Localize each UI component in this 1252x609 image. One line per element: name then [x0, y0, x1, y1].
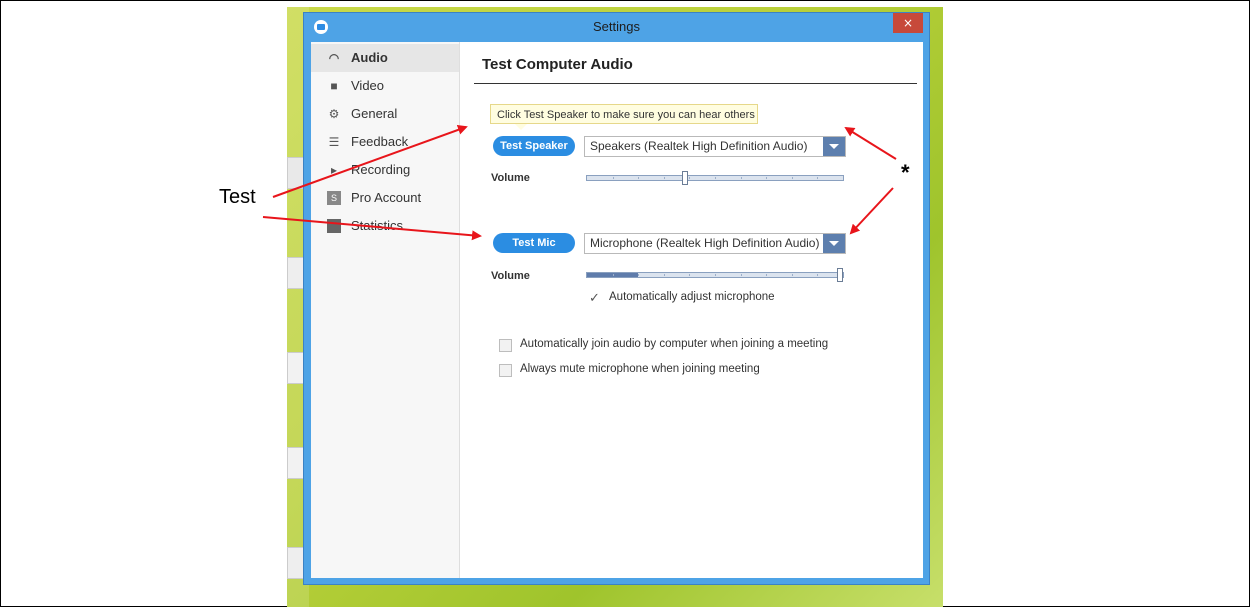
speaker-select[interactable]: Speakers (Realtek High Definition Audio): [584, 136, 846, 157]
speaker-volume-thumb[interactable]: [682, 171, 688, 185]
sidebar-item-audio[interactable]: ◠ Audio: [311, 44, 459, 72]
slider-tick: [792, 274, 793, 276]
mic-volume-label: Volume: [491, 270, 530, 282]
slider-tick: [715, 274, 716, 276]
sidebar-item-general[interactable]: ⚙ General: [311, 100, 459, 128]
sidebar-item-label: Video: [351, 78, 385, 93]
mic-volume-slider[interactable]: [586, 268, 844, 282]
auto-join-audio-label: Automatically join audio by computer whe…: [520, 338, 829, 350]
slider-tick: [664, 177, 665, 179]
sidebar-item-label: Pro Account: [351, 190, 422, 205]
play-box-icon: ▸: [330, 163, 338, 177]
slider-tick: [613, 177, 614, 179]
speech-bubble-icon: ☰: [328, 135, 340, 149]
sidebar-item-label: Audio: [351, 50, 388, 65]
annotation-test-label: Test: [219, 186, 256, 208]
speaker-volume-slider[interactable]: [586, 171, 844, 185]
settings-client-area: ◠ Audio ■ Video ⚙ General ☰ Feedback ▸ R…: [311, 42, 923, 578]
audio-settings-panel: Test Computer Audio Click Test Speaker t…: [460, 42, 923, 578]
always-mute-label: Always mute microphone when joining meet…: [520, 363, 760, 375]
sidebar-item-statistics[interactable]: ▪ Statistics: [311, 212, 459, 240]
slider-tick: [817, 177, 818, 179]
page-title: Test Computer Audio: [482, 56, 633, 73]
slider-tick: [817, 274, 818, 276]
title-bar: Settings ×: [304, 13, 929, 41]
settings-window: Settings × ◠ Audio ■ Video ⚙ General ☰ F…: [303, 12, 930, 585]
chevron-down-icon[interactable]: [823, 234, 845, 253]
auto-adjust-mic-label: Automatically adjust microphone: [609, 291, 775, 303]
slider-tick: [638, 177, 639, 179]
microphone-select[interactable]: Microphone (Realtek High Definition Audi…: [584, 233, 846, 254]
title-divider: [474, 83, 917, 84]
slider-tick: [741, 177, 742, 179]
slider-tick: [613, 274, 614, 276]
annotation-star-label: *: [901, 160, 910, 185]
close-button[interactable]: ×: [893, 13, 923, 33]
slider-tick: [792, 177, 793, 179]
slider-tick: [766, 274, 767, 276]
sidebar-item-recording[interactable]: ▸ Recording: [311, 156, 459, 184]
settings-sidebar: ◠ Audio ■ Video ⚙ General ☰ Feedback ▸ R…: [311, 42, 460, 578]
slider-tick: [689, 177, 690, 179]
sidebar-item-pro-account[interactable]: S Pro Account: [311, 184, 459, 212]
auto-join-audio-checkbox[interactable]: [499, 339, 512, 352]
sidebar-item-label: General: [351, 106, 398, 121]
auto-adjust-mic-checkbox[interactable]: ✓: [588, 291, 601, 305]
video-camera-icon: ■: [330, 79, 338, 93]
test-speaker-button[interactable]: Test Speaker: [493, 136, 575, 156]
pro-account-icon: S: [327, 191, 341, 205]
statistics-icon: ▪: [327, 219, 341, 233]
sidebar-item-label: Statistics: [351, 218, 404, 233]
sidebar-item-feedback[interactable]: ☰ Feedback: [311, 128, 459, 156]
mic-volume-thumb[interactable]: [837, 268, 843, 282]
gears-icon: ⚙: [328, 107, 340, 121]
slider-tick: [766, 177, 767, 179]
sidebar-item-label: Recording: [351, 162, 411, 177]
slider-tick: [638, 274, 639, 276]
slider-tick: [664, 274, 665, 276]
slider-tick: [741, 274, 742, 276]
speaker-volume-label: Volume: [491, 172, 530, 184]
sidebar-item-label: Feedback: [351, 134, 409, 149]
chevron-down-icon[interactable]: [823, 137, 845, 156]
always-mute-checkbox[interactable]: [499, 364, 512, 377]
headphones-icon: ◠: [328, 51, 340, 65]
slider-tick: [715, 177, 716, 179]
test-mic-button[interactable]: Test Mic: [493, 233, 575, 253]
window-title: Settings: [593, 19, 640, 34]
microphone-select-value: Microphone (Realtek High Definition Audi…: [590, 236, 820, 250]
slider-tick: [689, 274, 690, 276]
speaker-select-value: Speakers (Realtek High Definition Audio): [590, 139, 808, 153]
sidebar-item-video[interactable]: ■ Video: [311, 72, 459, 100]
test-speaker-tooltip: Click Test Speaker to make sure you can …: [490, 104, 758, 130]
